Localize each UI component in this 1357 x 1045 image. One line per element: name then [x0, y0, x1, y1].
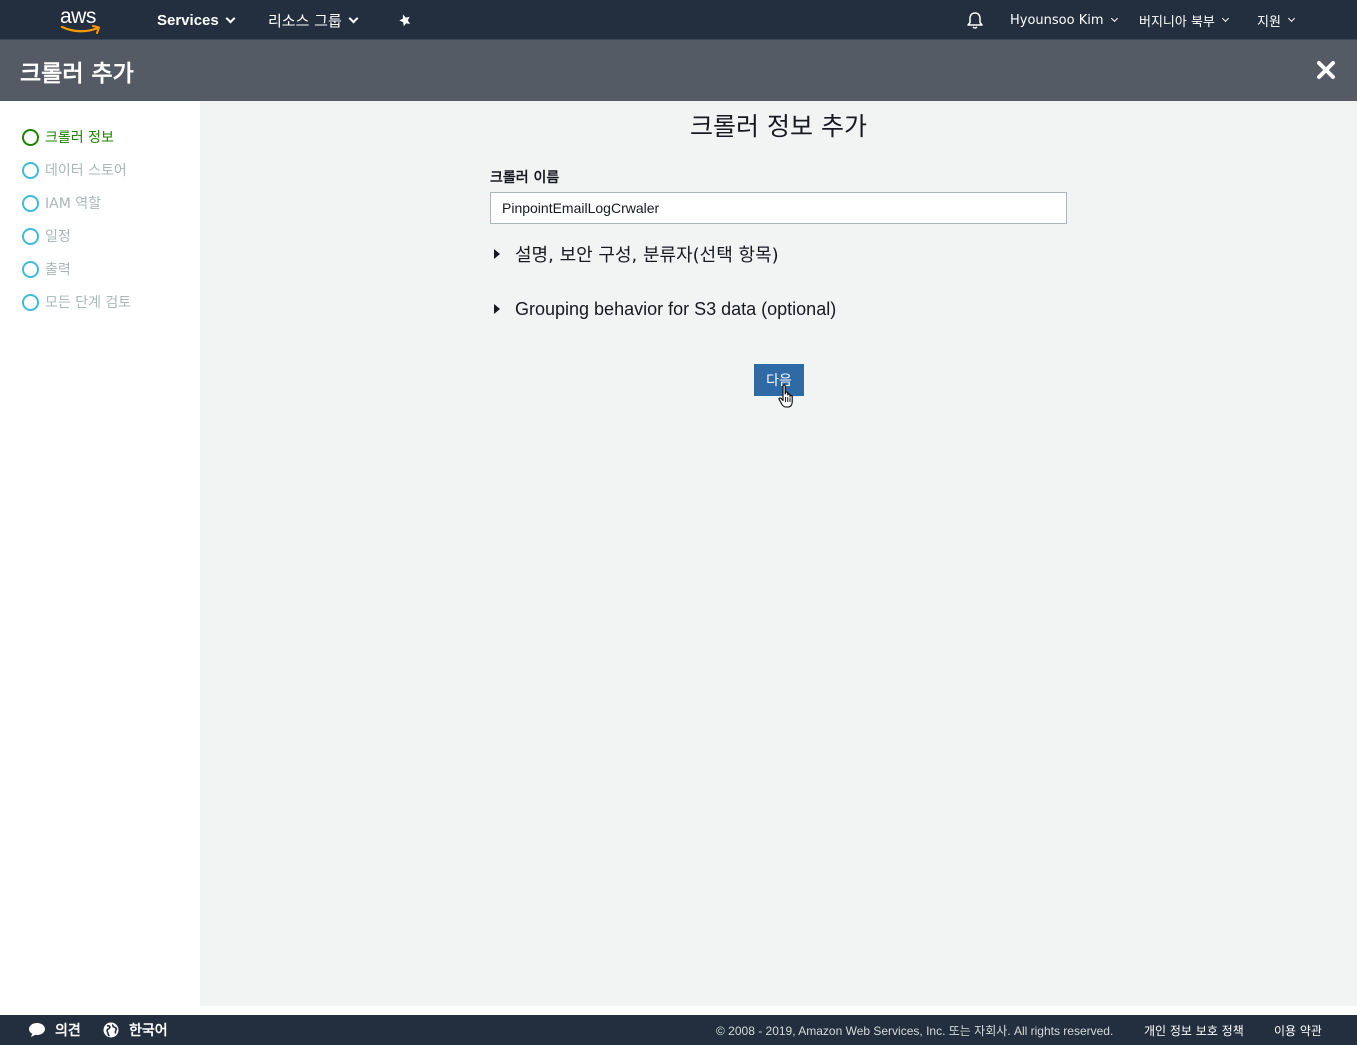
- top-navigation-bar: aws Services 리소스 그룹 Hyounsoo Kim 버지니아 북부…: [0, 0, 1357, 40]
- globe-icon: [103, 1022, 119, 1038]
- step-label: 모든 단계 검토: [45, 295, 132, 311]
- region-menu[interactable]: 버지니아 북부: [1139, 0, 1229, 40]
- crawler-name-input[interactable]: [490, 192, 1067, 224]
- step-circle-icon: [22, 161, 39, 179]
- privacy-policy-link[interactable]: 개인 정보 보호 정책: [1144, 1015, 1244, 1045]
- notifications-button[interactable]: [966, 0, 984, 40]
- step-data-store[interactable]: 데이터 스토어: [22, 159, 127, 181]
- region-label: 버지니아 북부: [1139, 14, 1215, 30]
- speech-bubble-icon: [29, 1023, 45, 1037]
- chevron-down-icon: [1287, 14, 1295, 22]
- user-label: Hyounsoo Kim: [1010, 12, 1104, 28]
- step-circle-icon: [22, 194, 39, 212]
- aws-smile-icon: [60, 25, 100, 34]
- feedback-label: 의견: [55, 1023, 81, 1039]
- grouping-behavior-expander[interactable]: Grouping behavior for S3 data (optional): [492, 296, 836, 322]
- copyright-text: © 2008 - 2019, Amazon Web Services, Inc.…: [716, 1023, 1114, 1038]
- step-label: 출력: [45, 262, 71, 278]
- chevron-down-icon: [1221, 14, 1229, 22]
- main-content: 크롤러 정보 추가 크롤러 이름 설명, 보안 구성, 분류자(선택 항목) G…: [200, 101, 1357, 1006]
- step-label: 일정: [45, 229, 71, 245]
- terms-of-use-link[interactable]: 이용 약관: [1274, 1015, 1322, 1045]
- step-circle-icon: [22, 128, 39, 146]
- chevron-down-icon: [225, 13, 236, 23]
- expander-label: Grouping behavior for S3 data (optional): [515, 298, 837, 319]
- wizard-steps-sidebar: 크롤러 정보 데이터 스토어 IAM 역할 일정 출력 모든 단계 검토: [0, 101, 200, 1006]
- step-circle-icon: [22, 293, 39, 311]
- resource-groups-menu[interactable]: 리소스 그룹: [268, 0, 359, 40]
- services-label: Services: [157, 11, 219, 29]
- chevron-down-icon: [1110, 14, 1118, 22]
- step-iam-role[interactable]: IAM 역할: [22, 192, 101, 214]
- wizard-title: 크롤러 추가: [20, 61, 134, 87]
- language-selector[interactable]: 한국어: [103, 1015, 168, 1045]
- bell-icon: [967, 11, 983, 29]
- user-menu[interactable]: Hyounsoo Kim: [1010, 0, 1118, 40]
- page-title: 크롤러 정보 추가: [690, 112, 867, 141]
- footer-bar: 의견 한국어 © 2008 - 2019, Amazon Web Service…: [0, 1015, 1357, 1045]
- caret-right-icon: [494, 249, 500, 259]
- step-output[interactable]: 출력: [22, 258, 71, 280]
- step-schedule[interactable]: 일정: [22, 225, 71, 247]
- caret-right-icon: [494, 304, 500, 314]
- optional-settings-expander[interactable]: 설명, 보안 구성, 분류자(선택 항목): [492, 241, 779, 267]
- support-label: 지원: [1257, 14, 1281, 30]
- wizard-title-bar: 크롤러 추가: [0, 40, 1357, 101]
- feedback-button[interactable]: 의견: [28, 1015, 81, 1045]
- step-circle-icon: [22, 227, 39, 245]
- pin-icon: [399, 14, 410, 27]
- aws-logo[interactable]: aws: [58, 4, 106, 36]
- expander-label: 설명, 보안 구성, 분류자(선택 항목): [515, 245, 779, 266]
- step-crawler-info[interactable]: 크롤러 정보: [22, 126, 114, 148]
- step-label: 크롤러 정보: [45, 130, 114, 146]
- step-label: IAM 역할: [45, 196, 101, 212]
- step-circle-icon: [22, 260, 39, 278]
- step-label: 데이터 스토어: [45, 163, 127, 179]
- pin-button[interactable]: [398, 0, 412, 40]
- step-review[interactable]: 모든 단계 검토: [22, 291, 131, 313]
- support-menu[interactable]: 지원: [1257, 0, 1295, 40]
- hand-cursor-icon: [778, 384, 793, 408]
- language-label: 한국어: [129, 1023, 168, 1039]
- services-menu[interactable]: Services: [157, 0, 236, 40]
- chevron-down-icon: [348, 13, 359, 23]
- crawler-name-label: 크롤러 이름: [490, 170, 560, 186]
- resource-groups-label: 리소스 그룹: [268, 11, 342, 30]
- close-icon[interactable]: [1315, 59, 1337, 81]
